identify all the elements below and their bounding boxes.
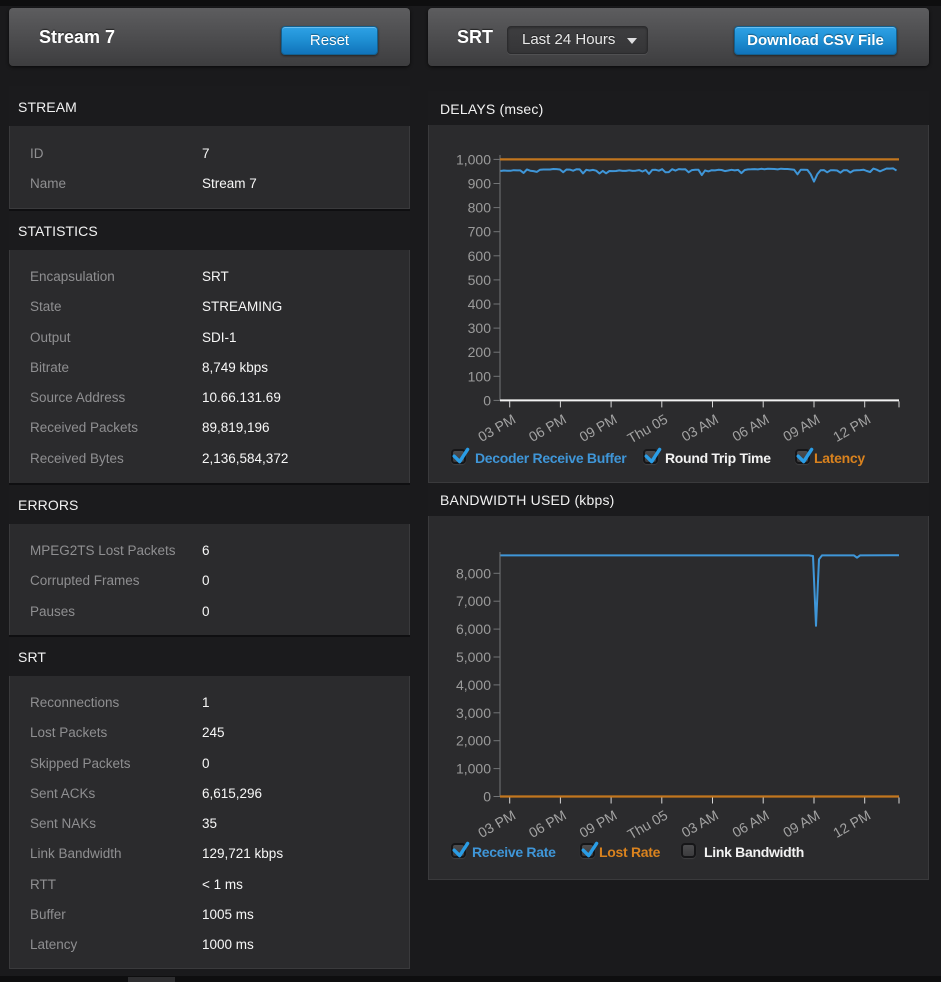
svg-text:200: 200 (468, 344, 492, 360)
svg-text:03 AM: 03 AM (679, 411, 721, 445)
svg-text:12 PM: 12 PM (830, 411, 873, 445)
svg-text:8,000: 8,000 (456, 565, 491, 581)
svg-text:700: 700 (468, 224, 492, 240)
svg-text:Thu 05: Thu 05 (625, 807, 671, 843)
svg-text:0: 0 (483, 789, 491, 805)
svg-text:Thu 05: Thu 05 (625, 411, 671, 447)
svg-text:1,000: 1,000 (456, 761, 491, 777)
svg-text:09 AM: 09 AM (780, 411, 822, 445)
svg-text:1,000: 1,000 (456, 151, 491, 167)
svg-text:12 PM: 12 PM (830, 807, 873, 841)
svg-text:06 PM: 06 PM (526, 807, 569, 841)
svg-text:900: 900 (468, 176, 492, 192)
svg-text:06 AM: 06 AM (729, 807, 771, 841)
svg-text:09 PM: 09 PM (577, 807, 620, 841)
svg-text:300: 300 (468, 320, 492, 336)
svg-text:5,000: 5,000 (456, 649, 491, 665)
svg-text:500: 500 (468, 272, 492, 288)
svg-text:0: 0 (483, 392, 491, 408)
svg-text:03 AM: 03 AM (679, 807, 721, 841)
svg-text:09 PM: 09 PM (577, 411, 620, 445)
svg-text:09 AM: 09 AM (780, 807, 822, 841)
svg-text:600: 600 (468, 248, 492, 264)
svg-text:06 AM: 06 AM (729, 411, 771, 445)
svg-text:800: 800 (468, 200, 492, 216)
svg-text:400: 400 (468, 296, 492, 312)
svg-text:06 PM: 06 PM (526, 411, 569, 445)
svg-text:6,000: 6,000 (456, 621, 491, 637)
svg-text:03 PM: 03 PM (475, 411, 518, 445)
svg-text:03 PM: 03 PM (475, 807, 518, 841)
svg-text:3,000: 3,000 (456, 705, 491, 721)
svg-text:2,000: 2,000 (456, 733, 491, 749)
svg-text:4,000: 4,000 (456, 677, 491, 693)
svg-text:100: 100 (468, 368, 492, 384)
svg-text:7,000: 7,000 (456, 593, 491, 609)
